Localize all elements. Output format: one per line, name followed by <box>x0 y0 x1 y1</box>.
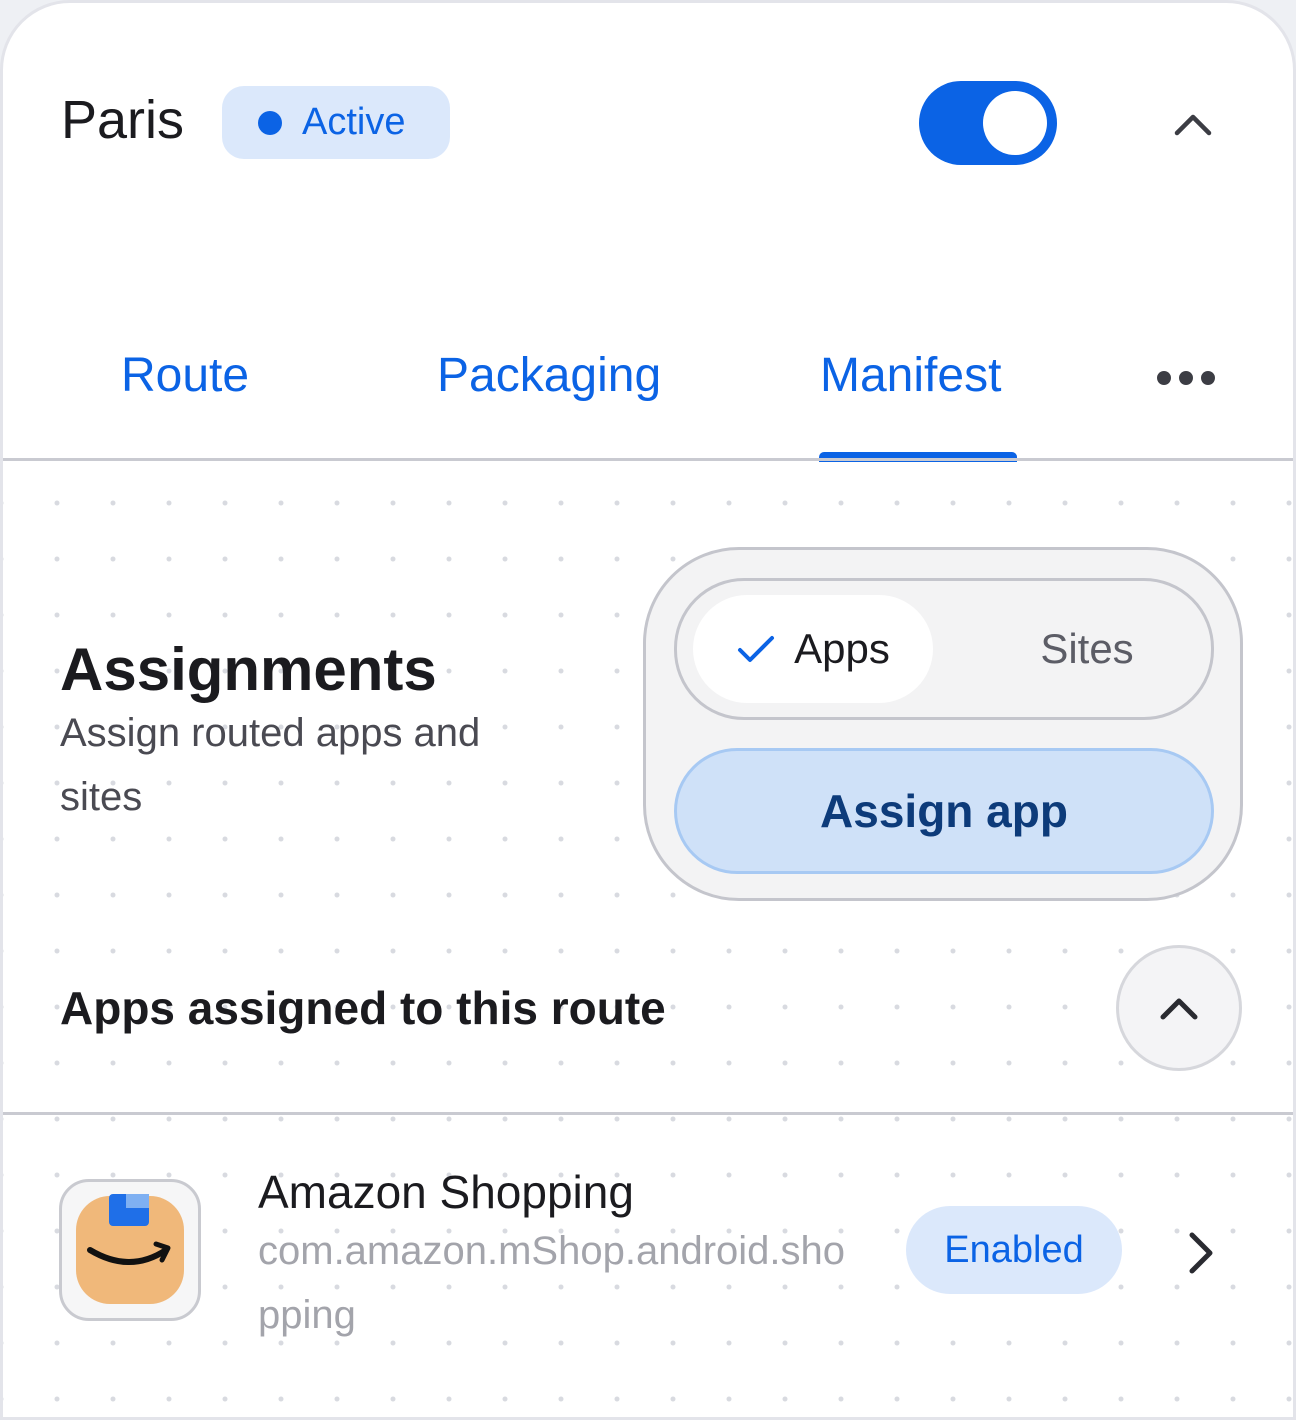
route-city-title: Paris <box>61 90 185 150</box>
more-horizontal-icon <box>1157 371 1215 385</box>
apps-section-heading: Apps assigned to this route <box>60 982 666 1034</box>
check-icon <box>738 636 775 662</box>
chevron-right-icon <box>1189 1232 1213 1274</box>
assignment-type-selector: Apps Sites <box>674 578 1214 720</box>
status-dot-icon <box>258 110 282 135</box>
segment-sites[interactable]: Sites <box>977 595 1197 703</box>
route-card: Paris Active Route Packaging Manifest As… <box>0 0 1296 1420</box>
status-label: Active <box>302 101 406 143</box>
assignment-panel: Apps Sites Assign app <box>643 547 1243 901</box>
amazon-shopping-icon <box>76 1194 184 1304</box>
chevron-up-icon <box>1174 114 1212 136</box>
app-details-button[interactable] <box>1175 1228 1225 1278</box>
app-name: Amazon Shopping <box>258 1166 634 1218</box>
tab-route[interactable]: Route <box>121 348 249 403</box>
app-package-name: com.amazon.mShop.android.shopping <box>258 1229 845 1337</box>
assignments-subtitle: Assign routed apps and sites <box>60 711 481 819</box>
segment-apps[interactable]: Apps <box>693 595 933 703</box>
apps-section-collapse-button[interactable] <box>1116 945 1242 1071</box>
status-badge: Active <box>222 86 450 159</box>
segment-apps-label: Apps <box>794 625 890 672</box>
list-item[interactable]: Amazon Shopping com.amazon.mShop.android… <box>3 1115 1293 1395</box>
assign-app-button[interactable]: Assign app <box>674 748 1214 874</box>
app-icon-frame <box>59 1179 201 1321</box>
route-enabled-toggle[interactable] <box>919 81 1057 165</box>
tab-manifest[interactable]: Manifest <box>820 348 1001 403</box>
app-status-badge[interactable]: Enabled <box>906 1206 1122 1294</box>
toggle-knob <box>983 91 1047 155</box>
assignments-title: Assignments <box>60 636 437 703</box>
collapse-card-button[interactable] <box>1163 99 1223 149</box>
chevron-up-icon <box>1160 998 1198 1020</box>
tabs-more-button[interactable] <box>1151 361 1221 395</box>
tab-packaging[interactable]: Packaging <box>437 348 661 403</box>
